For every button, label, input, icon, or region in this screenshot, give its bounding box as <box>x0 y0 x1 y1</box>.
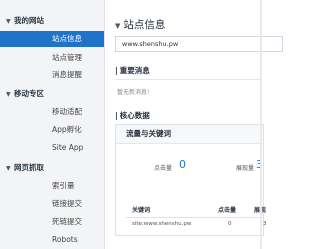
sidebar-item-message-alerts[interactable]: 消息提醒 <box>0 67 104 83</box>
sidebar-item-label: Site App <box>52 143 84 152</box>
sidebar-group-crawl[interactable]: ▼ 网页抓取 <box>6 161 44 175</box>
sidebar-item-label: 消息提醒 <box>52 70 82 79</box>
sidebar-item-link-submit[interactable]: 链接提交 <box>0 196 104 212</box>
traffic-keywords-card: 流量与关键词 点击量 0 展现量 3 关键词 点击量 展现 site:www.s… <box>115 124 267 236</box>
sidebar-group-label: 我的网站 <box>14 16 44 25</box>
sidebar-item-mobile-adapt[interactable]: 移动适配 <box>0 104 104 120</box>
site-domain-text: www.shenshu.pw <box>122 40 179 48</box>
section-title: 重要消息 <box>119 66 150 75</box>
sidebar: ▼ 我的网站 站点信息 站点管理 消息提醒 ▼ 移动专区 移动适配 App孵化 Si… <box>0 0 105 249</box>
column-header-clicks[interactable]: 点击量 <box>218 205 236 214</box>
core-data-heading: | 核心数据 <box>115 110 150 121</box>
divider <box>115 79 262 80</box>
sidebar-item-site-app[interactable]: Site App <box>0 140 104 156</box>
sidebar-item-label: 站点信息 <box>52 34 82 43</box>
sidebar-item-label: Robots <box>52 235 78 244</box>
sidebar-item-site-info[interactable]: 站点信息 <box>0 31 104 47</box>
sidebar-group-my-sites[interactable]: ▼ 我的网站 <box>6 14 44 28</box>
section-marker-icon: | <box>115 111 118 120</box>
sidebar-group-label: 移动专区 <box>14 89 44 98</box>
sidebar-item-app-incubation[interactable]: App孵化 <box>0 122 104 138</box>
section-marker-icon: | <box>115 66 118 75</box>
clicks-cell: 0 <box>228 221 232 227</box>
scrollbar[interactable] <box>260 0 262 249</box>
clicks-value[interactable]: 0 <box>179 158 186 171</box>
site-domain-selector[interactable]: www.shenshu.pw <box>115 36 283 52</box>
sidebar-item-label: 移动适配 <box>52 107 82 116</box>
sidebar-item-label: App孵化 <box>52 125 82 134</box>
page-title-text: 站点信息 <box>123 19 166 31</box>
keyword-table-header: 关键词 点击量 展现 <box>126 205 266 218</box>
important-messages-heading: | 重要消息 <box>115 65 150 76</box>
column-header-keyword[interactable]: 关键词 <box>132 205 150 214</box>
sidebar-group-mobile[interactable]: ▼ 移动专区 <box>6 87 44 101</box>
sidebar-item-label: 索引量 <box>52 181 75 190</box>
table-row: site:www.shenshu.pw 0 3 <box>126 221 267 233</box>
sidebar-item-robots[interactable]: Robots <box>0 232 104 248</box>
page-title: ▼ 站点信息 <box>115 17 165 32</box>
sidebar-item-site-management[interactable]: 站点管理 <box>0 50 104 66</box>
chevron-down-icon: ▼ <box>6 18 11 25</box>
sidebar-group-label: 网页抓取 <box>14 163 44 172</box>
impressions-label: 展现量 <box>236 165 255 172</box>
section-title: 核心数据 <box>119 111 150 120</box>
sidebar-item-label: 站点管理 <box>52 53 82 62</box>
sidebar-item-label: 链接提交 <box>52 199 82 208</box>
notice-text: 暂无新消息! <box>117 89 150 96</box>
sidebar-item-index-volume[interactable]: 索引量 <box>0 178 104 194</box>
chevron-down-icon: ▼ <box>6 91 11 98</box>
sidebar-item-dead-link-submit[interactable]: 死链提交 <box>0 214 104 230</box>
sidebar-item-label: 死链提交 <box>52 217 82 226</box>
chevron-down-icon: ▼ <box>6 165 11 172</box>
impressions-cell: 3 <box>263 221 267 227</box>
keyword-cell[interactable]: site:www.shenshu.pw <box>132 221 191 227</box>
main-content: ▼ 站点信息 www.shenshu.pw | 重要消息 暂无新消息! | 核心数据 … <box>105 0 283 249</box>
card-title: 流量与关键词 <box>116 125 263 144</box>
chevron-down-icon: ▼ <box>115 22 121 30</box>
clicks-label: 点击量 <box>154 165 173 172</box>
